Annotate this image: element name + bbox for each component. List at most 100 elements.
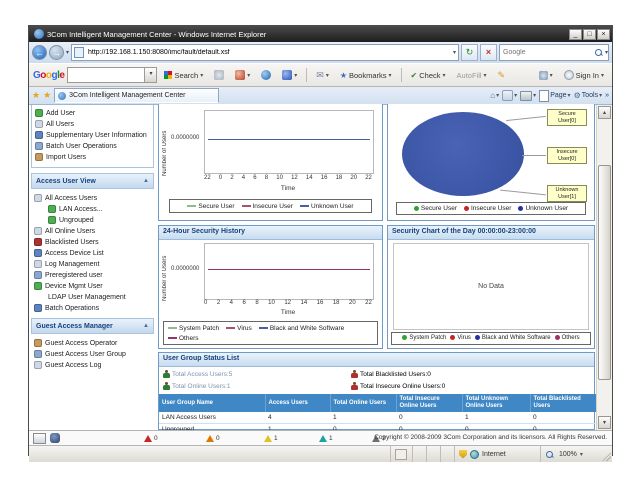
search-box[interactable]: ▾ <box>499 44 609 61</box>
mail-button[interactable]: ✉▾ <box>312 68 333 83</box>
sign-in-button[interactable]: Sign In▾ <box>560 68 608 82</box>
tools-menu-button[interactable]: ⚙Tools▾ <box>574 91 603 100</box>
critical-alarms[interactable]: 0 <box>144 435 158 442</box>
collapse-icon[interactable]: ▲ <box>143 323 149 329</box>
snapshot-button[interactable]: ▾ <box>231 68 254 82</box>
warning-alarms[interactable]: 1 <box>319 435 333 442</box>
autofill-button[interactable]: AutoFill▾ <box>453 69 491 82</box>
sidebar-item-preregistered-user[interactable]: Preregistered user <box>34 270 154 281</box>
spellcheck-button[interactable]: ✔Check▾ <box>407 69 450 82</box>
sidebar-item-supplementary-user-information[interactable]: Supplementary User Information <box>35 130 151 141</box>
tools-dropdown-icon[interactable]: ▾ <box>599 92 602 99</box>
collapse-icon[interactable]: ▲ <box>143 178 149 184</box>
bookmarks-button[interactable]: ★Bookmarks▾ <box>336 69 396 82</box>
sidebar-item-lan-access[interactable]: LAN Access... <box>48 204 154 215</box>
sidebar-item-all-access-users[interactable]: All Access Users <box>34 193 154 204</box>
forward-button[interactable]: → <box>49 45 64 60</box>
sidebar-item-all-online-users[interactable]: All Online Users <box>34 226 154 237</box>
resize-grip[interactable] <box>602 452 611 461</box>
autofill-dropdown-icon[interactable]: ▾ <box>484 72 487 79</box>
applet-icon[interactable] <box>33 433 46 444</box>
section-title: Access User View <box>36 178 96 185</box>
home-dropdown-icon[interactable]: ▾ <box>496 92 499 99</box>
section-guest-access-manager[interactable]: Guest Access Manager ▲ <box>31 318 154 334</box>
restore-button[interactable]: □ <box>583 29 596 40</box>
stop-button[interactable]: × <box>480 44 497 61</box>
toolbar-settings-button[interactable]: ▾ <box>535 69 557 82</box>
feeds-dropdown-icon[interactable]: ▾ <box>514 92 517 99</box>
highlighter-button[interactable]: ✎ <box>494 68 510 83</box>
sidebar-item-guest-access-user-group[interactable]: Guest Access User Group <box>34 349 154 360</box>
zoom-dropdown-icon[interactable]: ▾ <box>580 451 583 458</box>
address-field[interactable]: ▾ <box>71 44 459 61</box>
column-header[interactable]: Access Users <box>265 394 330 412</box>
bookmark-star-icon: ★ <box>340 71 347 80</box>
sidebar-item-device-mgmt-user[interactable]: Device Mgmt User <box>34 281 154 292</box>
scroll-down-button[interactable]: ▾ <box>598 416 611 429</box>
sign-in-dropdown-icon[interactable]: ▾ <box>601 72 604 79</box>
page-menu-button[interactable]: Page▾ <box>539 90 570 102</box>
favorites-button[interactable]: ★ <box>32 90 40 101</box>
column-header[interactable]: Total Unknown Online Users <box>462 394 530 412</box>
add-favorite-button[interactable]: ★ <box>43 90 51 101</box>
gadget-dropdown-icon[interactable]: ▾ <box>294 72 297 79</box>
tab-3com-imc[interactable]: 3Com Intelligent Management Center <box>54 88 219 103</box>
minor-alarms[interactable]: 1 <box>264 435 278 442</box>
url-input[interactable] <box>86 48 451 57</box>
settings-dropdown-icon[interactable]: ▾ <box>550 72 553 79</box>
bookmarks-dropdown-icon[interactable]: ▾ <box>389 72 392 79</box>
sidebar-item-blacklisted-users[interactable]: Blacklisted Users <box>34 237 154 248</box>
total-access-users: Total Access Users:5 <box>163 370 232 378</box>
scroll-up-button[interactable]: ▴ <box>598 106 611 119</box>
column-header[interactable]: Total Online Users <box>330 394 396 412</box>
add-gadget-button[interactable]: ▾ <box>278 68 301 82</box>
access-users-count[interactable]: 4 <box>265 412 330 424</box>
crosshair-button[interactable] <box>210 68 228 82</box>
major-alarms[interactable]: 0 <box>206 435 220 442</box>
search-icon[interactable] <box>594 48 603 57</box>
column-header[interactable]: User Group Name <box>159 394 265 412</box>
sidebar-item-ungrouped[interactable]: Ungrouped <box>48 215 154 226</box>
check-dropdown-icon[interactable]: ▾ <box>443 72 446 79</box>
print-dropdown-icon[interactable]: ▾ <box>533 92 536 99</box>
snapshot-dropdown-icon[interactable]: ▾ <box>247 72 250 79</box>
sidebar-item-log-management[interactable]: Log Management <box>34 259 154 270</box>
page-scrollbar[interactable]: ▴ ▾ <box>596 105 612 430</box>
sidebar-item-import-users[interactable]: Import Users <box>35 152 151 163</box>
sidebar-item-batch-user-operations[interactable]: Batch User Operations <box>35 141 151 152</box>
google-search-button[interactable]: Search▾ <box>160 69 207 82</box>
sidebar-item-all-users[interactable]: All Users <box>35 119 151 130</box>
sidebar-item-add-user[interactable]: Add User <box>35 108 151 119</box>
home-button[interactable]: ⌂▾ <box>490 91 499 100</box>
back-button[interactable]: ← <box>32 45 47 60</box>
zoom-control[interactable]: 100% ▾ <box>540 446 612 462</box>
java-status-icon[interactable] <box>50 433 60 443</box>
refresh-button[interactable]: ↻ <box>461 44 478 61</box>
google-search-text[interactable] <box>68 68 144 82</box>
sidebar-item-guest-access-operator[interactable]: Guest Access Operator <box>34 338 154 349</box>
sidebar-item-batch-operations[interactable]: Batch Operations <box>34 303 154 314</box>
mail-dropdown-icon[interactable]: ▾ <box>326 72 329 79</box>
history-dropdown-icon[interactable]: ▾ <box>66 49 69 56</box>
sidebar-item-access-device-list[interactable]: Access Device List <box>34 248 154 259</box>
google-search-dropdown-icon[interactable]: ▾ <box>144 68 156 82</box>
table-row[interactable]: LAN Access Users 4 1 0 1 0 <box>159 412 596 424</box>
feeds-button[interactable]: ▾ <box>502 90 517 101</box>
translate-button[interactable] <box>257 68 275 82</box>
search-options-dropdown-icon[interactable]: ▾ <box>200 72 203 79</box>
page-dropdown-icon[interactable]: ▾ <box>568 92 571 99</box>
section-access-user-view[interactable]: Access User View ▲ <box>31 173 154 189</box>
close-button[interactable]: × <box>597 29 610 40</box>
command-bar-chevron[interactable]: » <box>605 92 609 99</box>
address-dropdown-icon[interactable]: ▾ <box>453 49 456 56</box>
sidebar-item-ldap-user-management[interactable]: LDAP User Management <box>48 292 154 303</box>
search-input[interactable] <box>500 49 594 56</box>
minimize-button[interactable]: _ <box>569 29 582 40</box>
search-dropdown-icon[interactable]: ▾ <box>605 49 608 56</box>
column-header[interactable]: Total Insecure Online Users <box>396 394 462 412</box>
scrollbar-thumb[interactable] <box>598 165 611 380</box>
google-search-input[interactable]: ▾ <box>67 67 157 83</box>
column-header[interactable]: Total Blacklisted Users <box>530 394 596 412</box>
print-button[interactable]: ▾ <box>520 91 536 101</box>
sidebar-item-guest-access-log[interactable]: Guest Access Log <box>34 360 154 371</box>
